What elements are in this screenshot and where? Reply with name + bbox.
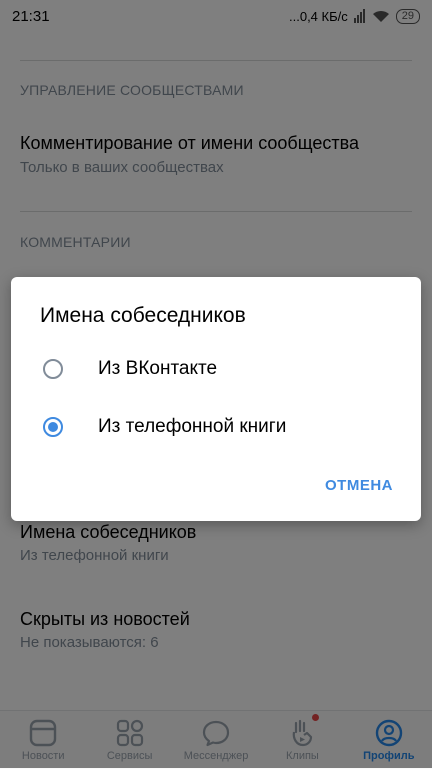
option-label: Из телефонной книги	[98, 416, 287, 437]
cancel-button[interactable]: ОТМЕНА	[325, 477, 393, 494]
dialog-title: Имена собеседников	[40, 304, 246, 327]
radio-unchecked-icon[interactable]	[43, 359, 63, 379]
option-label: Из ВКонтакте	[98, 358, 218, 379]
interlocutor-names-dialog: Имена собеседников Из ВКонтакте Из телеф…	[11, 277, 421, 521]
radio-checked-icon[interactable]	[43, 417, 63, 437]
option-from-phonebook[interactable]: Из телефонной книги	[11, 402, 421, 452]
option-from-vk[interactable]: Из ВКонтакте	[11, 344, 421, 394]
